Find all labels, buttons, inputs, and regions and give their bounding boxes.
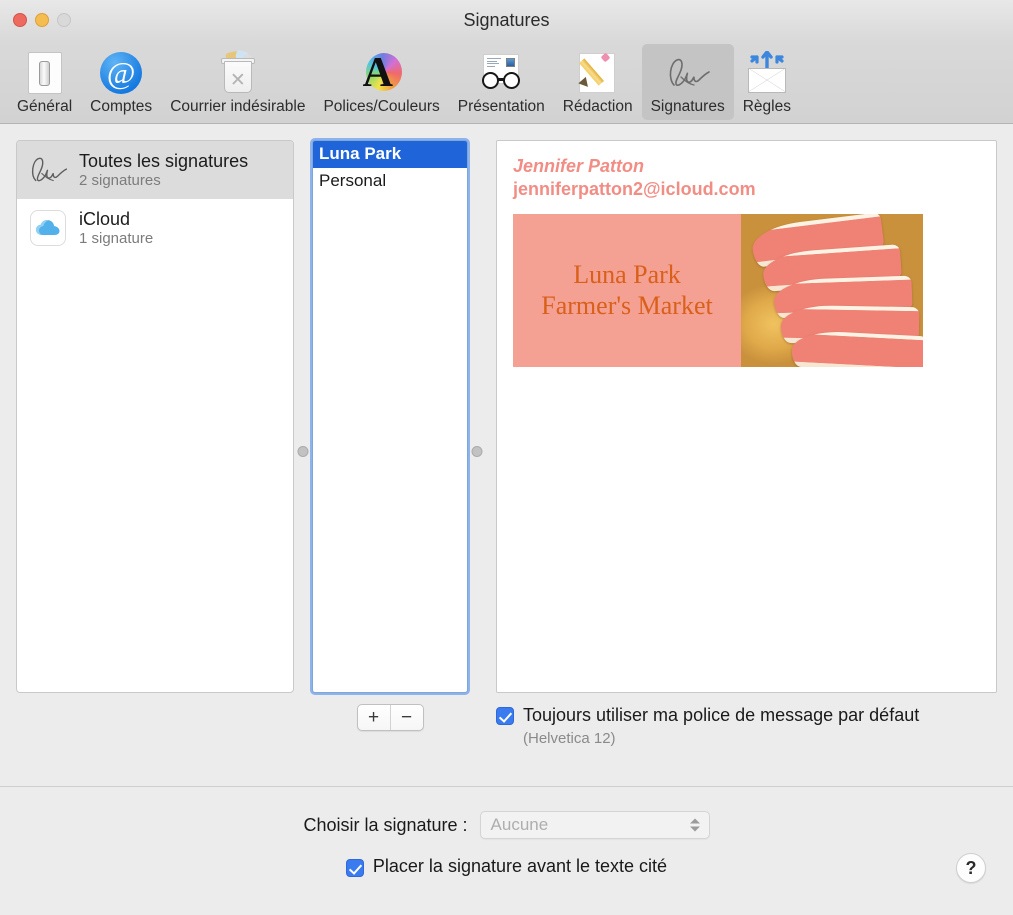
grapefruit-photo [741,214,923,367]
toolbar-item-fonts-colors[interactable]: A Polices/Couleurs [314,44,448,120]
chevron-updown-icon [689,818,700,832]
toolbar-label-general: Général [17,98,73,115]
place-signature-row: Placer la signature avant le texte cité [0,856,1013,877]
toolbar-item-rules[interactable]: Règles [734,44,800,120]
toolbar-label-fonts-colors: Polices/Couleurs [323,98,440,115]
help-button[interactable]: ? [956,853,986,883]
choose-signature-popup[interactable]: Aucune [479,811,710,839]
toolbar-label-junk: Courrier indésirable [170,98,306,115]
toolbar-label-comptes: Comptes [90,98,153,115]
titlebar: Signatures [0,0,1013,41]
splitter-handle-icon[interactable] [297,446,309,457]
icloud-icon [27,207,69,249]
toolbar-item-composing[interactable]: Rédaction [554,44,642,120]
window-controls [13,13,71,27]
signatures-preferences-window: Signatures Général @ Comptes ✕ Courrier … [0,0,1013,915]
signature-item-luna-park[interactable]: Luna Park [313,141,467,168]
window-title: Signatures [463,10,550,30]
zoom-button [57,13,71,27]
toolbar-label-composing: Rédaction [562,98,633,115]
rules-envelope-icon [743,49,791,97]
account-row-icloud[interactable]: iCloud 1 signature [17,199,293,257]
default-font-row: Toujours utiliser ma police de message p… [496,705,997,747]
signature-name-text: Jennifer Patton [513,156,645,176]
splitter-left[interactable] [294,140,312,786]
toolbar-item-junk[interactable]: ✕ Courrier indésirable [161,44,314,120]
toolbar-label-viewing: Présentation [457,98,545,115]
banner-text-block: Luna Park Farmer's Market [513,214,741,367]
composing-pencil-icon [574,49,622,97]
toolbar-item-comptes[interactable]: @ Comptes [81,44,161,120]
signature-email-text: jenniferpatton2@icloud.com [513,178,756,199]
choose-signature-value: Aucune [490,815,549,834]
toolbar-label-signatures: Signatures [650,98,725,115]
minimize-button[interactable] [35,13,49,27]
signature-banner-image: Luna Park Farmer's Market [513,214,923,367]
default-font-sublabel: (Helvetica 12) [523,729,616,747]
preferences-toolbar: Général @ Comptes ✕ Courrier indésirable… [0,41,1013,124]
signature-list-column: Luna Park Personal + − [310,138,470,786]
remove-signature-button[interactable]: − [391,705,423,730]
banner-line-2: Farmer's Market [541,290,713,320]
at-sign-icon: @ [97,49,145,97]
signature-item-personal[interactable]: Personal [313,168,467,195]
junk-trash-icon: ✕ [214,49,262,97]
signature-icon [27,149,69,191]
banner-line-1: Luna Park [573,259,681,289]
choose-signature-label: Choisir la signature : [303,814,468,835]
general-switch-icon [21,49,69,97]
add-remove-signature-group: + − [356,704,424,731]
signature-list[interactable]: Luna Park Personal [310,138,470,695]
add-signature-button[interactable]: + [358,705,390,730]
account-title: Toutes les signatures [79,150,249,171]
signature-icon [664,49,712,97]
signatures-content: Toutes les signatures 2 signatures iClou… [0,124,1013,786]
fonts-colors-icon: A [358,49,406,97]
close-button[interactable] [13,13,27,27]
choose-signature-row: Choisir la signature : Aucune [0,787,1013,839]
splitter-right[interactable] [468,140,486,786]
bottom-bar: Choisir la signature : Aucune Placer la … [0,786,1013,915]
default-font-checkbox[interactable] [496,707,514,725]
signature-preview-column: Jennifer Patton jenniferpatton2@icloud.c… [486,140,997,786]
account-subtitle: 2 signatures [79,172,161,190]
toolbar-item-signatures[interactable]: Signatures [641,44,734,120]
toolbar-item-viewing[interactable]: Présentation [449,44,554,120]
default-font-label: Toujours utiliser ma police de message p… [523,705,920,725]
account-subtitle: 1 signature [79,230,154,248]
toolbar-item-general[interactable]: Général [8,44,81,120]
splitter-handle-icon[interactable] [471,446,483,457]
place-signature-checkbox[interactable] [345,858,364,877]
viewing-glasses-icon [477,49,525,97]
toolbar-label-rules: Règles [742,98,791,115]
signature-editor[interactable]: Jennifer Patton jenniferpatton2@icloud.c… [496,140,997,693]
accounts-list[interactable]: Toutes les signatures 2 signatures iClou… [16,140,294,693]
account-row-all-signatures[interactable]: Toutes les signatures 2 signatures [17,141,293,199]
account-title: iCloud [79,208,131,229]
place-signature-label: Placer la signature avant le texte cité [372,856,668,876]
